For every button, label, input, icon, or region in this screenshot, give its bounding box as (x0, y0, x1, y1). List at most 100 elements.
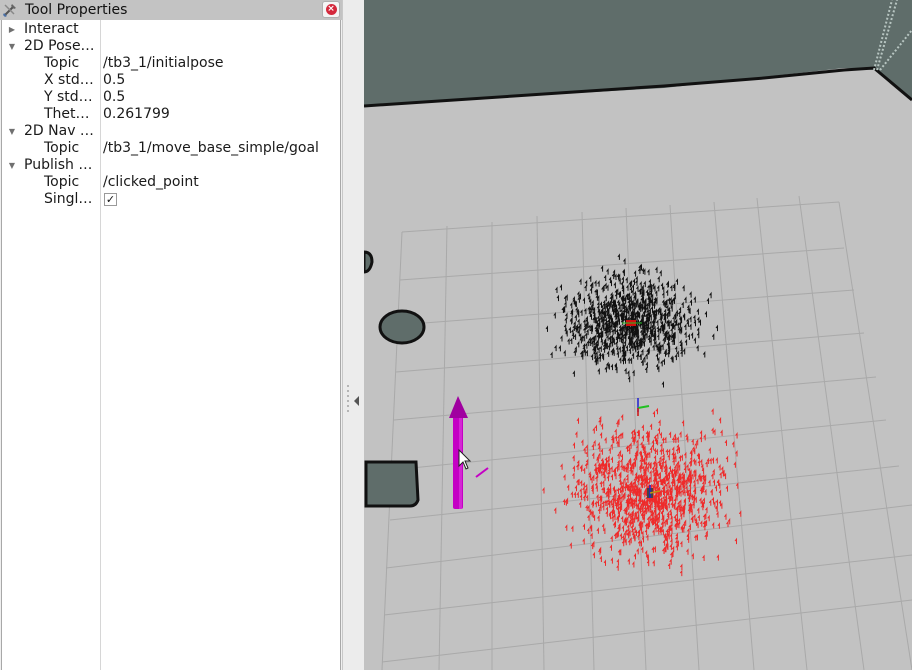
property-group[interactable]: ▼ Publish … (2, 157, 340, 174)
particle (627, 375, 631, 383)
particle (641, 465, 645, 472)
small-pose-arrow (475, 467, 489, 478)
particle (610, 473, 613, 481)
particle (627, 341, 631, 348)
tool-properties-panel: Tool Properties × ▶ Interact ▼ 2D Pose… Topi… (0, 0, 342, 670)
particle (613, 513, 616, 521)
panel-titlebar[interactable]: Tool Properties × (0, 0, 342, 20)
property-value[interactable]: 0.5 (103, 89, 125, 106)
particle (693, 319, 696, 327)
particle (596, 456, 599, 464)
particle (716, 554, 719, 561)
3d-render-view[interactable] (364, 0, 912, 670)
particle (699, 497, 702, 504)
particle (649, 509, 652, 516)
property-row[interactable]: Topic/clicked_point (2, 174, 340, 191)
particle (633, 552, 636, 560)
property-row[interactable]: Topic/tb3_1/move_base_simple/goal (2, 140, 340, 157)
particle (621, 357, 624, 365)
particle (599, 555, 602, 562)
particle (652, 302, 655, 309)
particle (587, 514, 590, 521)
particle (560, 463, 563, 470)
particle (599, 431, 603, 439)
particle (693, 337, 696, 344)
particle (670, 551, 673, 559)
particle (573, 491, 576, 498)
particle (689, 291, 692, 298)
particle (618, 356, 622, 364)
close-button[interactable]: × (322, 1, 340, 18)
particle (633, 526, 636, 533)
particle (572, 442, 575, 449)
particle (720, 429, 723, 436)
property-value[interactable]: 0.261799 (103, 106, 170, 123)
particle (578, 501, 582, 508)
particle (676, 436, 679, 443)
splitter-grip[interactable] (347, 385, 349, 425)
expand-right-icon[interactable]: ▶ (7, 21, 17, 38)
property-value[interactable]: 0.5 (103, 72, 125, 89)
particle (614, 434, 617, 442)
particle (623, 484, 626, 492)
property-checkbox[interactable]: ✓ (104, 193, 117, 206)
particle (673, 482, 676, 490)
particle (654, 289, 658, 297)
particle (675, 512, 678, 519)
expand-down-icon[interactable]: ▼ (7, 123, 17, 140)
particle (619, 532, 622, 540)
particle (614, 428, 617, 435)
particle (666, 304, 669, 311)
particle (599, 301, 602, 308)
panel-splitter[interactable] (342, 0, 364, 670)
particle (615, 345, 619, 353)
particle (646, 516, 650, 523)
particle (697, 459, 700, 467)
property-group[interactable]: ▼ 2D Nav … (2, 123, 340, 140)
particle (610, 363, 613, 371)
particle (657, 459, 661, 467)
particle (662, 291, 665, 299)
particle (687, 333, 690, 340)
property-label: X std… (44, 72, 94, 88)
collapse-left-icon[interactable] (354, 396, 359, 406)
scene (364, 0, 912, 670)
particle (682, 284, 685, 292)
particle (657, 275, 660, 283)
obstacle-round (378, 309, 426, 345)
property-row[interactable]: Topic/tb3_1/initialpose (2, 55, 340, 72)
property-row[interactable]: Y std… 0.5 (2, 89, 340, 106)
property-row[interactable]: Singl… ✓ (2, 191, 340, 208)
particle (575, 306, 578, 314)
grid-line (536, 215, 545, 670)
property-value[interactable]: /tb3_1/initialpose (103, 55, 223, 72)
particle (627, 538, 631, 546)
property-row[interactable]: Thet… 0.261799 (2, 106, 340, 123)
particle (680, 454, 683, 461)
particle (638, 466, 642, 473)
particle (649, 446, 653, 453)
particle (639, 458, 642, 465)
property-row[interactable]: X std… 0.5 (2, 72, 340, 89)
particle (699, 487, 703, 495)
particle (620, 281, 624, 288)
property-group[interactable]: ▼ 2D Pose… (2, 38, 340, 55)
particle (627, 370, 630, 377)
property-value[interactable]: /tb3_1/move_base_simple/goal (103, 140, 319, 157)
expand-down-icon[interactable]: ▼ (7, 38, 17, 55)
grid-line (713, 201, 755, 670)
particle (663, 350, 666, 357)
expand-down-icon[interactable]: ▼ (7, 157, 17, 174)
particle (711, 472, 714, 480)
particle (716, 511, 719, 518)
particle (654, 525, 657, 533)
particle (678, 454, 681, 462)
particle (697, 316, 700, 323)
property-group[interactable]: ▶ Interact (2, 21, 340, 38)
particle (568, 326, 571, 334)
particle (667, 453, 670, 461)
property-value[interactable]: /clicked_point (103, 174, 199, 191)
particle (592, 427, 595, 434)
particle (571, 332, 575, 339)
particle (581, 439, 584, 446)
